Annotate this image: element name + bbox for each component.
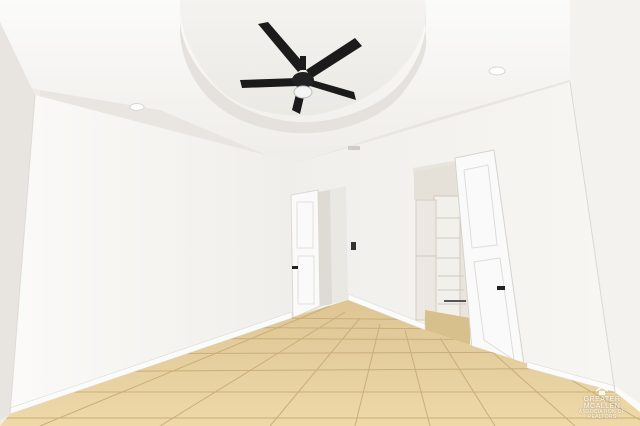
watermark-line1: GREATER MCALLEN bbox=[583, 396, 621, 410]
recessed-light-left bbox=[129, 103, 145, 111]
recessed-light-right bbox=[488, 66, 506, 76]
closet-drawer-handle bbox=[444, 300, 466, 302]
hall-door-handle[interactable] bbox=[292, 266, 298, 269]
hall-door[interactable] bbox=[290, 189, 321, 319]
house-logo-icon bbox=[595, 386, 609, 395]
ac-vent bbox=[348, 146, 360, 150]
light-switch[interactable] bbox=[351, 242, 356, 250]
bedroom-scene bbox=[0, 0, 640, 426]
realtor-watermark: GREATER MCALLEN ASSOCIATION OF REALTORS bbox=[572, 386, 632, 420]
closet-door-handle[interactable] bbox=[497, 286, 505, 290]
fan-light-kit bbox=[293, 85, 313, 99]
closet-shelving bbox=[415, 195, 466, 325]
watermark-line2: ASSOCIATION OF REALTORS bbox=[578, 409, 626, 420]
